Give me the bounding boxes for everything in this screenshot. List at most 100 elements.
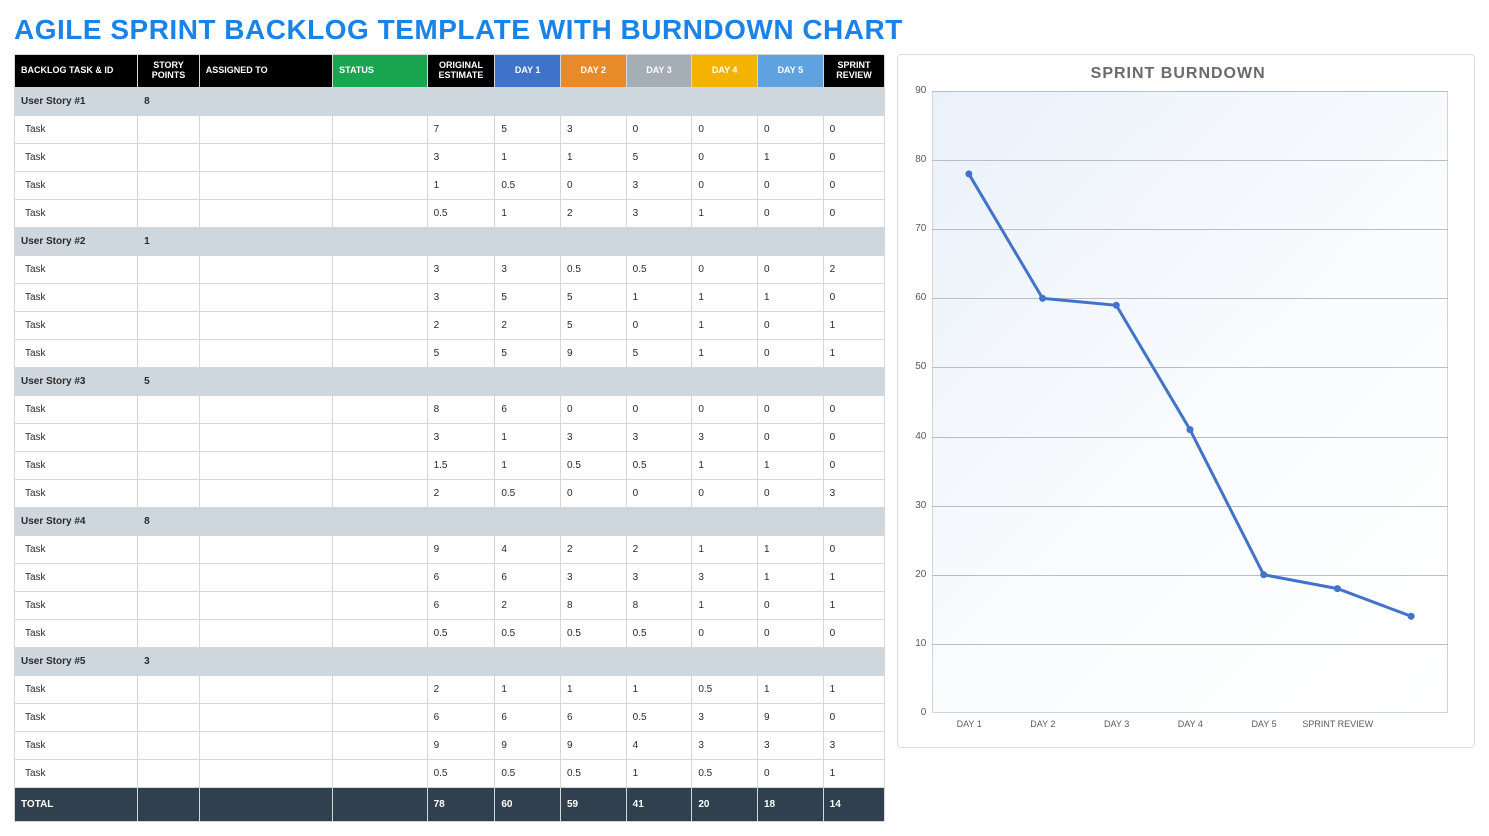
task-est: 8 bbox=[427, 395, 495, 423]
col-day2: DAY 2 bbox=[560, 55, 626, 88]
task-d5: 0 bbox=[758, 311, 824, 339]
task-row: Task6288101 bbox=[15, 591, 885, 619]
task-row: Task8600000 bbox=[15, 395, 885, 423]
task-d1: 1 bbox=[495, 199, 561, 227]
task-status bbox=[333, 143, 427, 171]
task-name: Task bbox=[15, 339, 138, 367]
task-d1: 5 bbox=[495, 115, 561, 143]
task-row: Task3133300 bbox=[15, 423, 885, 451]
task-est: 0.5 bbox=[427, 199, 495, 227]
task-status bbox=[333, 115, 427, 143]
task-d1: 1 bbox=[495, 423, 561, 451]
data-point bbox=[1039, 295, 1046, 302]
task-d3: 2 bbox=[626, 535, 692, 563]
task-row: Task2250101 bbox=[15, 311, 885, 339]
task-d1: 4 bbox=[495, 535, 561, 563]
task-row: Task9422110 bbox=[15, 535, 885, 563]
task-rev: 0 bbox=[823, 199, 885, 227]
story-points: 8 bbox=[138, 87, 200, 115]
task-est: 2 bbox=[427, 311, 495, 339]
task-d3: 3 bbox=[626, 423, 692, 451]
task-d2: 5 bbox=[560, 283, 626, 311]
task-d3: 5 bbox=[626, 143, 692, 171]
task-name: Task bbox=[15, 479, 138, 507]
task-d1: 0.5 bbox=[495, 759, 561, 787]
total-row: TOTAL 78 60 59 41 20 18 14 bbox=[15, 787, 885, 821]
task-d5: 1 bbox=[758, 143, 824, 171]
task-d5: 1 bbox=[758, 283, 824, 311]
task-row: Task0.50.50.510.501 bbox=[15, 759, 885, 787]
task-est: 1 bbox=[427, 171, 495, 199]
task-d1: 0.5 bbox=[495, 619, 561, 647]
task-status bbox=[333, 171, 427, 199]
task-rev: 0 bbox=[823, 395, 885, 423]
task-name: Task bbox=[15, 423, 138, 451]
task-est: 3 bbox=[427, 255, 495, 283]
story-row: User Story #35 bbox=[15, 367, 885, 395]
task-d3: 0.5 bbox=[626, 703, 692, 731]
task-d4: 3 bbox=[692, 731, 758, 759]
task-row: Task0.50.50.50.5000 bbox=[15, 619, 885, 647]
task-d2: 2 bbox=[560, 199, 626, 227]
total-d2: 59 bbox=[560, 787, 626, 821]
task-rev: 0 bbox=[823, 171, 885, 199]
task-name: Task bbox=[15, 283, 138, 311]
task-d4: 3 bbox=[692, 423, 758, 451]
task-d2: 3 bbox=[560, 563, 626, 591]
task-d1: 5 bbox=[495, 283, 561, 311]
task-est: 3 bbox=[427, 283, 495, 311]
task-est: 0.5 bbox=[427, 759, 495, 787]
task-d1: 9 bbox=[495, 731, 561, 759]
table-header-row: BACKLOG TASK & ID STORY POINTS ASSIGNED … bbox=[15, 55, 885, 88]
data-point bbox=[966, 170, 973, 177]
task-d2: 9 bbox=[560, 339, 626, 367]
story-name: User Story #1 bbox=[15, 87, 138, 115]
task-rev: 1 bbox=[823, 759, 885, 787]
task-status bbox=[333, 731, 427, 759]
task-status bbox=[333, 255, 427, 283]
task-d4: 0 bbox=[692, 143, 758, 171]
data-point bbox=[1113, 302, 1120, 309]
task-d1: 6 bbox=[495, 563, 561, 591]
task-assigned bbox=[199, 115, 332, 143]
task-assigned bbox=[199, 563, 332, 591]
story-row: User Story #21 bbox=[15, 227, 885, 255]
task-row: Task3115010 bbox=[15, 143, 885, 171]
task-d1: 3 bbox=[495, 255, 561, 283]
task-est: 0.5 bbox=[427, 619, 495, 647]
task-d1: 0.5 bbox=[495, 479, 561, 507]
task-d4: 1 bbox=[692, 451, 758, 479]
task-d1: 1 bbox=[495, 451, 561, 479]
total-est: 78 bbox=[427, 787, 495, 821]
task-assigned bbox=[199, 255, 332, 283]
task-est: 1.5 bbox=[427, 451, 495, 479]
task-est: 9 bbox=[427, 731, 495, 759]
task-status bbox=[333, 619, 427, 647]
task-d3: 3 bbox=[626, 199, 692, 227]
task-status bbox=[333, 339, 427, 367]
task-d4: 0 bbox=[692, 171, 758, 199]
task-name: Task bbox=[15, 143, 138, 171]
task-assigned bbox=[199, 339, 332, 367]
task-row: Task20.500003 bbox=[15, 479, 885, 507]
task-est: 6 bbox=[427, 563, 495, 591]
task-est: 9 bbox=[427, 535, 495, 563]
col-estimate: ORIGINAL ESTIMATE bbox=[427, 55, 495, 88]
story-row: User Story #53 bbox=[15, 647, 885, 675]
task-rev: 2 bbox=[823, 255, 885, 283]
task-status bbox=[333, 423, 427, 451]
task-d2: 0 bbox=[560, 479, 626, 507]
task-status bbox=[333, 479, 427, 507]
task-row: Task6633311 bbox=[15, 563, 885, 591]
task-assigned bbox=[199, 171, 332, 199]
total-d4: 20 bbox=[692, 787, 758, 821]
task-name: Task bbox=[15, 591, 138, 619]
task-row: Task3551110 bbox=[15, 283, 885, 311]
task-d2: 1 bbox=[560, 143, 626, 171]
task-d5: 0 bbox=[758, 395, 824, 423]
task-d4: 0 bbox=[692, 395, 758, 423]
task-rev: 3 bbox=[823, 731, 885, 759]
task-d4: 1 bbox=[692, 311, 758, 339]
task-rev: 0 bbox=[823, 423, 885, 451]
task-assigned bbox=[199, 731, 332, 759]
